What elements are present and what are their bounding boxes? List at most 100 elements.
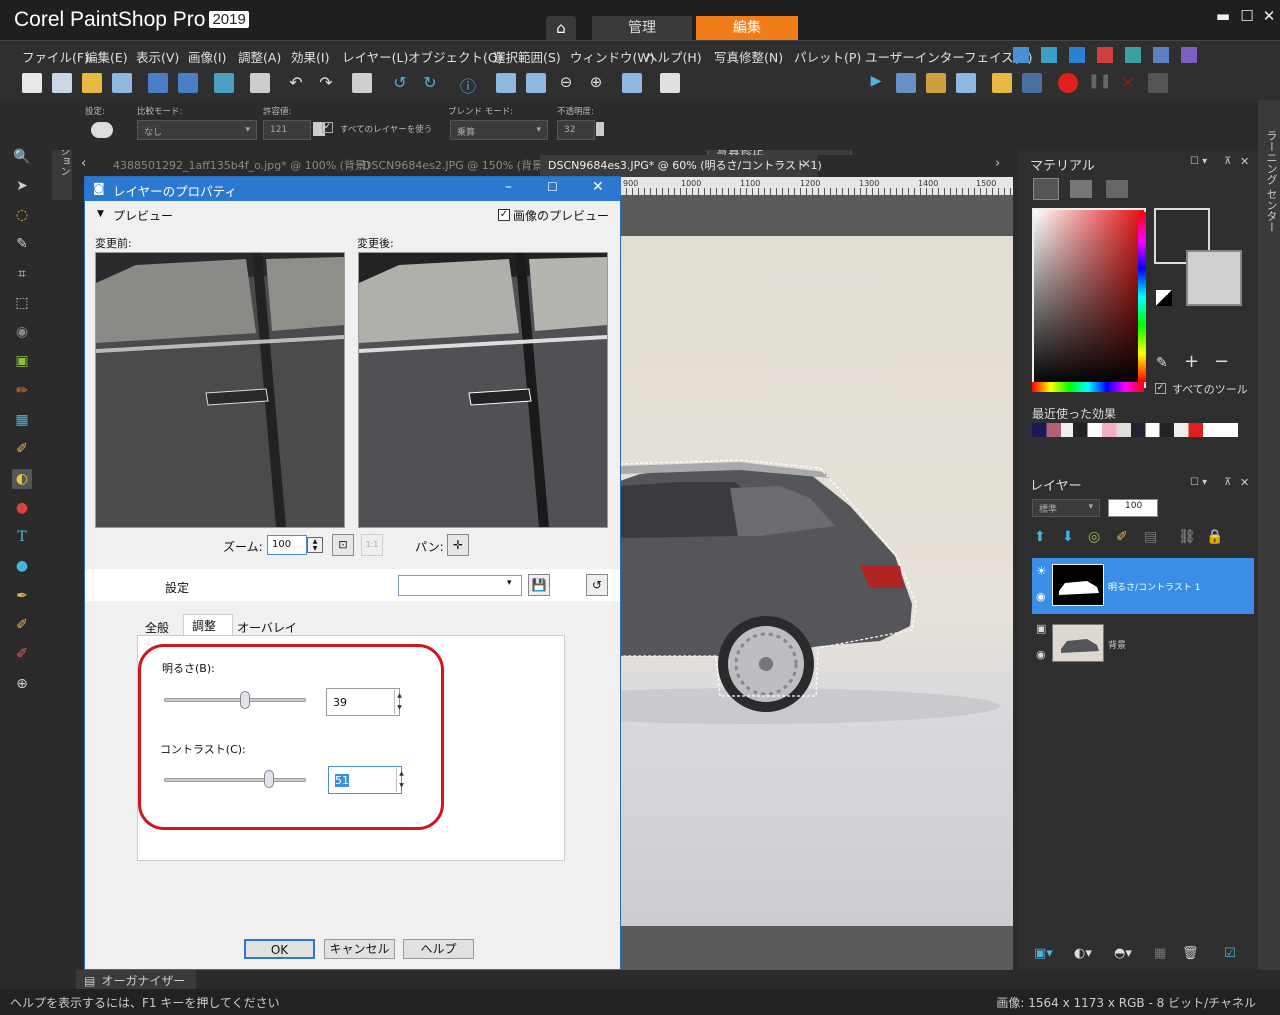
layer-row-selected[interactable]: ☀ ◉ 明るさ/コントラスト 1 (1032, 558, 1254, 614)
zoom-input[interactable]: 100 (267, 535, 307, 555)
fit-window-icon[interactable] (622, 73, 642, 93)
background-color-swatch[interactable] (1186, 250, 1242, 306)
color-picker-square[interactable] (1032, 208, 1146, 388)
flood-fill-tool-icon[interactable]: ◐ (12, 469, 32, 489)
selection-tool-icon[interactable]: ⬚ (12, 293, 32, 313)
pan-icon[interactable]: ✛ (447, 534, 469, 556)
menu-user-interface[interactable]: ユーザーインターフェイス(U) (865, 47, 1033, 66)
new-raster-layer-icon[interactable]: ▣▾ (1034, 946, 1053, 961)
brightness-input[interactable]: 39 (326, 688, 400, 716)
monitor-icon[interactable] (1041, 47, 1057, 63)
print-icon[interactable] (250, 73, 270, 93)
redeye-tool-icon[interactable]: ◉ (12, 322, 32, 342)
tab-manage[interactable]: 管理 (592, 16, 692, 40)
menu-layers[interactable]: レイヤー(L) (342, 47, 408, 66)
help-button[interactable]: ヘルプ (403, 939, 474, 959)
swatches-tab-icon[interactable] (1106, 180, 1128, 198)
crop-tool-icon[interactable]: ⌗ (12, 264, 32, 284)
maximize-icon[interactable]: ☐ (1236, 6, 1258, 26)
rotate-right-icon[interactable]: ↻ (420, 73, 440, 93)
frame-tab-icon[interactable] (1033, 178, 1059, 200)
new-grid-icon[interactable] (52, 73, 72, 93)
makeover-tool-icon[interactable]: ▣ (12, 351, 32, 371)
menu-adjust[interactable]: 調整(A) (238, 47, 281, 66)
contrast-input[interactable]: 51 (328, 766, 402, 794)
dropper-icon[interactable]: ✎ (1156, 355, 1168, 371)
image-preview-checkbox[interactable]: ✓ (498, 209, 510, 221)
tolerance-input[interactable]: 121 (263, 120, 311, 140)
menu-photofix[interactable]: 写真修整(N) (714, 47, 783, 66)
materials-pin-icon[interactable]: ⊼ (1224, 156, 1231, 167)
edit-layer-icon[interactable]: ✐ (1116, 529, 1128, 545)
reset-preset-icon[interactable]: ↺ (586, 574, 608, 596)
add-swatch-icon[interactable]: + (1184, 351, 1199, 372)
tab-edit[interactable]: 編集 (696, 16, 798, 40)
brush-tool-icon[interactable]: ✏ (12, 381, 32, 401)
zoom-in-icon[interactable]: ⊕ (586, 73, 606, 93)
lasso-tool-icon[interactable]: ◌ (12, 205, 32, 225)
learning-center-strip[interactable]: ラーニング センター (1258, 100, 1280, 970)
preset-icon[interactable] (91, 122, 113, 138)
scan-icon[interactable] (112, 73, 132, 93)
layer-blend-dropdown[interactable]: 標準 ▾ (1032, 499, 1100, 517)
layer-properties-icon[interactable]: ☑ (1224, 946, 1236, 961)
stop-square-icon[interactable] (1022, 73, 1042, 93)
before-preview[interactable] (95, 252, 345, 528)
hue-slider[interactable] (1138, 212, 1146, 382)
close-icon[interactable]: ✕ (1258, 6, 1280, 26)
rainbow-tab-icon[interactable] (1070, 180, 1092, 198)
visibility-layer-icon[interactable]: ◎ (1088, 529, 1100, 545)
new-mask-icon[interactable]: ◓▾ (1114, 946, 1132, 961)
delete-layer-icon[interactable]: 🗑 (1182, 946, 1199, 961)
menu-window[interactable]: ウィンドウ(W) (570, 47, 655, 66)
menu-palettes[interactable]: パレット(P) (794, 47, 861, 66)
lock-layer-icon[interactable]: 🔒 (1206, 529, 1223, 545)
eraser-tool-icon[interactable]: ✐ (12, 644, 32, 664)
compare-mode-dropdown[interactable]: なし ▾ (137, 120, 257, 140)
contrast-slider-track[interactable] (164, 778, 306, 782)
opacity-input[interactable]: 32 (557, 120, 595, 140)
contrast-spin-icon[interactable]: ▲ ▼ (396, 768, 406, 792)
materials-float-icon[interactable]: ☐ ▾ (1190, 156, 1207, 167)
new-file-icon[interactable] (22, 73, 42, 93)
paste-icon[interactable] (660, 73, 680, 93)
layer-visibility-eye-icon[interactable]: ◉ (1036, 590, 1046, 603)
mask-layer-icon[interactable]: ▤ (1144, 529, 1157, 545)
preview-collapse-icon[interactable]: ▼ (97, 209, 104, 219)
save-as-icon[interactable] (178, 73, 198, 93)
ok-button[interactable]: OK (244, 939, 315, 959)
redo-icon[interactable]: ↷ (316, 73, 336, 93)
text-tool-icon[interactable]: T (12, 527, 32, 547)
new-layer-icon[interactable]: ⬆ (1034, 529, 1046, 545)
recent-colors-strip[interactable] (1032, 423, 1238, 437)
open-folder-icon[interactable] (82, 73, 102, 93)
layers-pin-icon[interactable]: ⊼ (1224, 477, 1231, 488)
organizer-tab[interactable]: ▤ オーガナイザー (76, 970, 196, 989)
home-icon[interactable]: ⌂ (546, 16, 576, 40)
layer-visibility-eye-icon[interactable]: ◉ (1036, 648, 1046, 661)
tab-scroll-left-icon[interactable]: ‹ (81, 156, 86, 171)
pause-icon[interactable]: ❚❚ (1088, 73, 1111, 93)
picture-tube-icon[interactable]: ▦ (12, 410, 32, 430)
pen-tool-icon[interactable]: ✒ (12, 586, 32, 606)
play-icon[interactable]: ▶ (866, 73, 886, 93)
save-preset-icon[interactable]: 💾 (528, 574, 550, 596)
blend-mode-dropdown[interactable]: 乗算 ▾ (450, 120, 548, 140)
tab-general[interactable]: 全般 (145, 619, 169, 636)
opacity-dropdown-icon[interactable] (596, 122, 604, 136)
record-icon[interactable] (1058, 73, 1078, 93)
info-panel-icon[interactable] (1125, 47, 1141, 63)
edit-script-icon[interactable] (926, 73, 946, 93)
save-script-icon[interactable] (1148, 73, 1168, 93)
menu-image[interactable]: 画像(I) (188, 47, 226, 66)
doc-tab-3[interactable]: DSCN9684es3.JPG* @ 60% (明るさ/コントラスト 1) (548, 157, 822, 173)
new-adjustment-layer-icon[interactable]: ◐▾ (1074, 946, 1092, 961)
close-tab-icon[interactable]: ✕ (801, 157, 811, 171)
menu-file[interactable]: ファイル(F) (22, 47, 89, 66)
fit-icon[interactable] (496, 73, 516, 93)
layers-float-icon[interactable]: ☐ ▾ (1190, 477, 1207, 488)
cancel-record-icon[interactable]: ✕ (1118, 73, 1138, 93)
layers-close-icon[interactable]: ✕ (1240, 476, 1249, 489)
tab-overlay[interactable]: オーバレイ (237, 619, 297, 636)
brightness-spin-icon[interactable]: ▲ ▼ (394, 690, 404, 714)
